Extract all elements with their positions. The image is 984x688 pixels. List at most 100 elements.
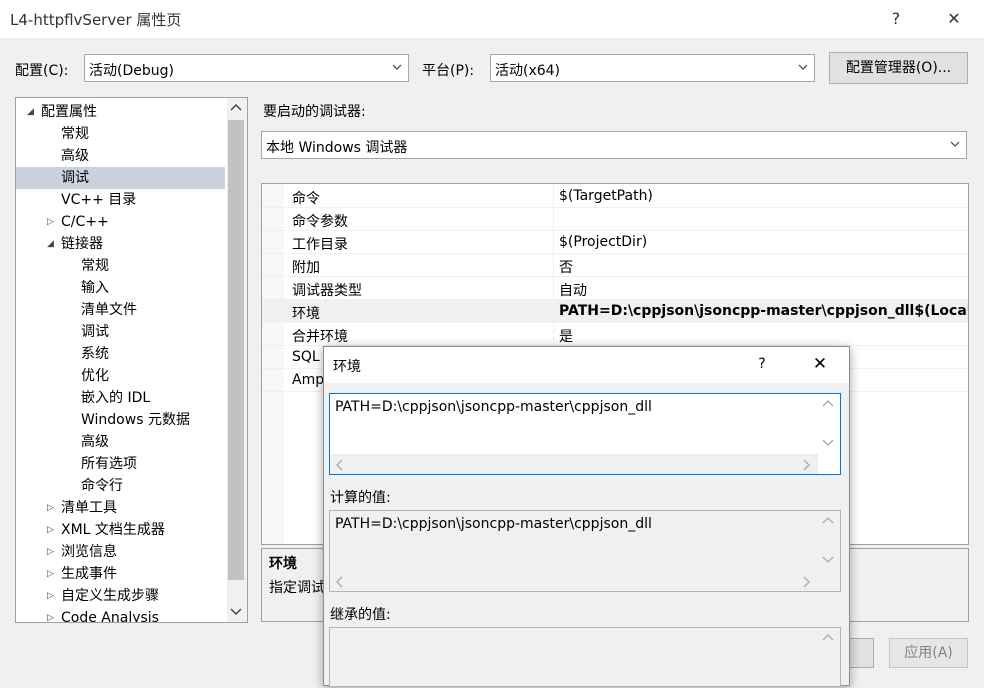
computed-label: 计算的值: (330, 490, 391, 506)
debugger-label: 要启动的调试器: (263, 104, 366, 120)
close-button[interactable]: ✕ (934, 6, 974, 32)
tree-item[interactable]: 高级 (16, 431, 225, 453)
tree-item-label: 输入 (81, 280, 109, 296)
property-value[interactable]: PATH=D:\cppjson\jsoncpp-master\cppjson_d… (559, 303, 968, 319)
property-name: 命令参数 (292, 214, 348, 230)
scroll-up-icon[interactable] (822, 517, 834, 525)
tree-item-label: VC++ 目录 (61, 192, 137, 208)
property-row[interactable]: 调试器类型 自动 (262, 277, 968, 300)
tree-item[interactable]: ▷ 生成事件 (16, 563, 225, 585)
scroll-right-icon[interactable] (802, 576, 810, 588)
dialog-help-button[interactable]: ? (752, 356, 772, 372)
tree-item-label: 常规 (61, 126, 89, 142)
tree-item[interactable]: ◢ 链接器 (16, 233, 225, 255)
property-name: 合并环境 (292, 329, 348, 345)
collapsed-icon[interactable]: ▷ (47, 585, 54, 607)
tree-item-label: 浏览信息 (61, 544, 117, 560)
tree-item[interactable]: 常规 (16, 255, 225, 277)
scroll-down-icon[interactable] (229, 604, 243, 620)
property-value[interactable]: 是 (559, 326, 573, 346)
property-value[interactable]: $(TargetPath) (559, 188, 653, 204)
debugger-combo[interactable]: 本地 Windows 调试器 (261, 131, 967, 159)
property-row[interactable]: 工作目录 $(ProjectDir) (262, 231, 968, 254)
collapsed-icon[interactable]: ▷ (47, 211, 54, 233)
inherited-vscroll[interactable] (818, 628, 840, 688)
collapsed-icon[interactable]: ▷ (47, 497, 54, 519)
tree-item[interactable]: 调试 (16, 321, 225, 343)
tree-item[interactable]: ◢ 配置属性 (16, 101, 225, 123)
property-row[interactable]: 命令参数 (262, 208, 968, 231)
tree-item[interactable]: 所有选项 (16, 453, 225, 475)
apply-button[interactable]: 应用(A) (889, 638, 968, 668)
tree-item[interactable]: VC++ 目录 (16, 189, 225, 211)
tree-item[interactable]: 调试 (16, 167, 225, 189)
scroll-left-icon[interactable] (336, 576, 344, 588)
tree-scrollbar[interactable] (227, 98, 247, 622)
collapsed-icon[interactable]: ▷ (47, 519, 54, 541)
tree-item[interactable]: 输入 (16, 277, 225, 299)
property-value[interactable]: 自动 (559, 280, 587, 300)
scroll-down-icon[interactable] (822, 555, 834, 563)
tree-item[interactable]: ▷ XML 文档生成器 (16, 519, 225, 541)
scroll-up-icon[interactable] (229, 102, 243, 116)
tree-item[interactable]: 常规 (16, 123, 225, 145)
property-row[interactable]: 附加 否 (262, 254, 968, 277)
computed-vscroll[interactable] (818, 511, 840, 571)
edit-vscroll[interactable] (818, 394, 840, 454)
tree-item[interactable]: ▷ Code Analysis (16, 607, 225, 622)
property-name: 调试器类型 (292, 283, 362, 299)
tree-item-label: 调试 (61, 170, 89, 186)
expanded-icon[interactable]: ◢ (47, 233, 54, 255)
tree-item-label: 配置属性 (41, 104, 97, 120)
tree-item-label: 常规 (81, 258, 109, 274)
dialog-close-button[interactable]: ✕ (808, 354, 832, 374)
tree-item[interactable]: 优化 (16, 365, 225, 387)
tree-item-label: 链接器 (61, 236, 103, 252)
scroll-up-icon[interactable] (822, 634, 834, 642)
property-row[interactable]: 环境 PATH=D:\cppjson\jsoncpp-master\cppjson… (262, 300, 968, 323)
tree-item-label: 清单文件 (81, 302, 137, 318)
property-value[interactable]: $(ProjectDir) (559, 234, 647, 250)
tree-item[interactable]: 命令行 (16, 475, 225, 497)
tree-item[interactable]: 高级 (16, 145, 225, 167)
collapsed-icon[interactable]: ▷ (47, 563, 54, 585)
tree-item[interactable]: ▷ C/C++ (16, 211, 225, 233)
dialog-title: 环境 (333, 359, 361, 375)
property-name: 工作目录 (292, 237, 348, 253)
tree-item[interactable]: 清单文件 (16, 299, 225, 321)
tree-item[interactable]: 嵌入的 IDL (16, 387, 225, 409)
computed-value: PATH=D:\cppjson\jsoncpp-master\cppjson_d… (335, 516, 652, 532)
computed-hscroll[interactable] (330, 571, 818, 591)
tree-item[interactable]: ▷ 浏览信息 (16, 541, 225, 563)
tree-item[interactable]: ▷ 清单工具 (16, 497, 225, 519)
edit-hscroll[interactable] (330, 454, 818, 474)
config-manager-button[interactable]: 配置管理器(O)... (829, 52, 968, 84)
expanded-icon[interactable]: ◢ (27, 101, 34, 123)
help-button[interactable]: ? (876, 6, 916, 32)
property-row[interactable]: 命令 $(TargetPath) (262, 185, 968, 208)
tree-item-label: 调试 (81, 324, 109, 340)
property-value[interactable]: 否 (559, 257, 573, 277)
environment-dialog: 环境 ? ✕ PATH=D:\cppjson\jsoncpp-master\cp… (323, 346, 850, 688)
scroll-up-icon[interactable] (822, 400, 834, 408)
scroll-down-icon[interactable] (822, 438, 834, 446)
tree-item-label: 清单工具 (61, 500, 117, 516)
tree-item[interactable]: Windows 元数据 (16, 409, 225, 431)
scroll-right-icon[interactable] (802, 459, 810, 471)
tree-item[interactable]: ▷ 自定义生成步骤 (16, 585, 225, 607)
tree-item-label: XML 文档生成器 (61, 522, 165, 538)
tree-item[interactable]: 系统 (16, 343, 225, 365)
platform-combo[interactable]: 活动(x64) (490, 54, 815, 82)
scroll-left-icon[interactable] (336, 459, 344, 471)
tree-item-label: C/C++ (61, 214, 109, 230)
property-tree[interactable]: ◢ 配置属性 常规 高级 调试 VC++ 目录 ▷ C/C++ ◢ 链接器 常规 输入 清单文件 调试 系统… (15, 97, 248, 623)
environment-edit-box[interactable]: PATH=D:\cppjson\jsoncpp-master\cppjson_d… (329, 393, 841, 475)
property-row[interactable]: 合并环境 是 (262, 323, 968, 346)
property-name: 环境 (292, 306, 320, 322)
collapsed-icon[interactable]: ▷ (47, 607, 54, 622)
config-combo[interactable]: 活动(Debug) (84, 54, 409, 82)
environment-edit-value[interactable]: PATH=D:\cppjson\jsoncpp-master\cppjson_d… (335, 399, 652, 415)
property-name: Amp (292, 372, 325, 388)
collapsed-icon[interactable]: ▷ (47, 541, 54, 563)
tree-scroll-thumb[interactable] (228, 120, 244, 580)
